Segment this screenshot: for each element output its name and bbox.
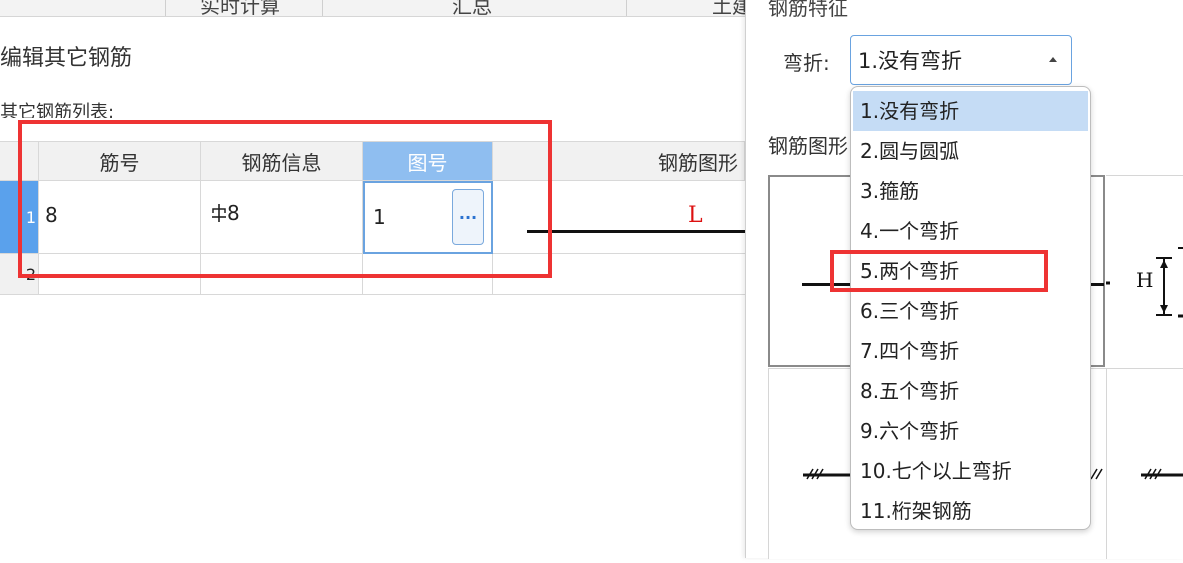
column-header-bar-shape[interactable]: 钢筋图形 [493, 141, 745, 181]
dropdown-option-stirrup[interactable]: 3.箍筋 [851, 171, 1090, 211]
dropdown-option-five-bends[interactable]: 8.五个弯折 [851, 371, 1090, 411]
tab-divider [165, 0, 166, 16]
bar-no-cell[interactable]: 8 [39, 181, 201, 254]
bar-shape-line [527, 230, 745, 233]
bend-label: 弯折: [783, 51, 830, 75]
bar-info-cell[interactable]: 8 [201, 181, 363, 254]
tab-realtime-calc[interactable]: 实时计算 [200, 0, 280, 16]
dialog-title: 编辑其它钢筋 [0, 46, 133, 71]
bar-shape-length-label: L [688, 203, 703, 228]
rebar-table: 筋号 钢筋信息 图号 钢筋图形 1 8 8 1 ··· L 2 [0, 141, 745, 295]
column-header-bar-info[interactable]: 钢筋信息 [201, 141, 363, 181]
row-index[interactable]: 2 [0, 254, 39, 295]
bar-info-cell[interactable] [201, 254, 363, 295]
section-title: 钢筋特征 [768, 0, 848, 20]
dropdown-option-seven-plus-bends[interactable]: 10.七个以上弯折 [851, 451, 1090, 491]
dropdown-option-six-bends[interactable]: 9.六个弯折 [851, 411, 1090, 451]
caret-up-icon [1049, 57, 1057, 62]
dropdown-option-circle-arc[interactable]: 2.圆与圆弧 [851, 131, 1090, 171]
dropdown-option-four-bends[interactable]: 7.四个弯折 [851, 331, 1090, 371]
shape-preview-spliced-2[interactable] [1106, 368, 1183, 559]
figure-no-cell[interactable]: 1 ··· [363, 181, 493, 254]
column-header-bar-no[interactable]: 筋号 [39, 141, 201, 181]
rebar-list-label: 其它钢筋列表: [0, 102, 115, 118]
tab-divider [626, 0, 627, 16]
shape-section-label: 钢筋图形 [768, 134, 848, 158]
column-header-index [0, 141, 39, 181]
bar-no-cell[interactable] [39, 254, 201, 295]
dropdown-option-three-bends[interactable]: 6.三个弯折 [851, 291, 1090, 331]
dropdown-option-two-bends[interactable]: 5.两个弯折 [851, 251, 1090, 291]
dropdown-option-one-bend[interactable]: 4.一个弯折 [851, 211, 1090, 251]
row-index[interactable]: 1 [0, 181, 39, 254]
bar-info-value: 8 [227, 201, 240, 225]
tab-summary[interactable]: 汇总 [452, 0, 492, 16]
bar-shape-cell [493, 254, 745, 295]
dropdown-option-no-bend[interactable]: 1.没有弯折 [853, 91, 1088, 131]
dimension-h-label: H [1136, 268, 1154, 292]
dropdown-option-truss-rebar[interactable]: 11.桁架钢筋 [851, 491, 1090, 531]
figure-no-value: 1 [373, 205, 386, 229]
bar-shape-cell: L [493, 181, 745, 254]
figure-picker-button[interactable]: ··· [452, 189, 484, 245]
grade-symbol-icon [212, 204, 226, 222]
column-header-figure-no[interactable]: 图号 [363, 141, 493, 181]
bend-dropdown-list[interactable]: 1.没有弯折 2.圆与圆弧 3.箍筋 4.一个弯折 5.两个弯折 6.三个弯折 … [850, 86, 1091, 530]
tab-divider [322, 0, 323, 16]
figure-no-cell[interactable] [363, 254, 493, 295]
bend-select[interactable]: 1.没有弯折 [850, 35, 1072, 85]
tab-civil[interactable]: 土建 [712, 0, 745, 16]
shape-preview-hook[interactable]: H [1106, 175, 1183, 368]
spliced-bar-icon [1141, 468, 1183, 480]
top-tab-strip: 实时计算 汇总 土建 [0, 0, 745, 17]
bend-select-value: 1.没有弯折 [858, 49, 963, 73]
